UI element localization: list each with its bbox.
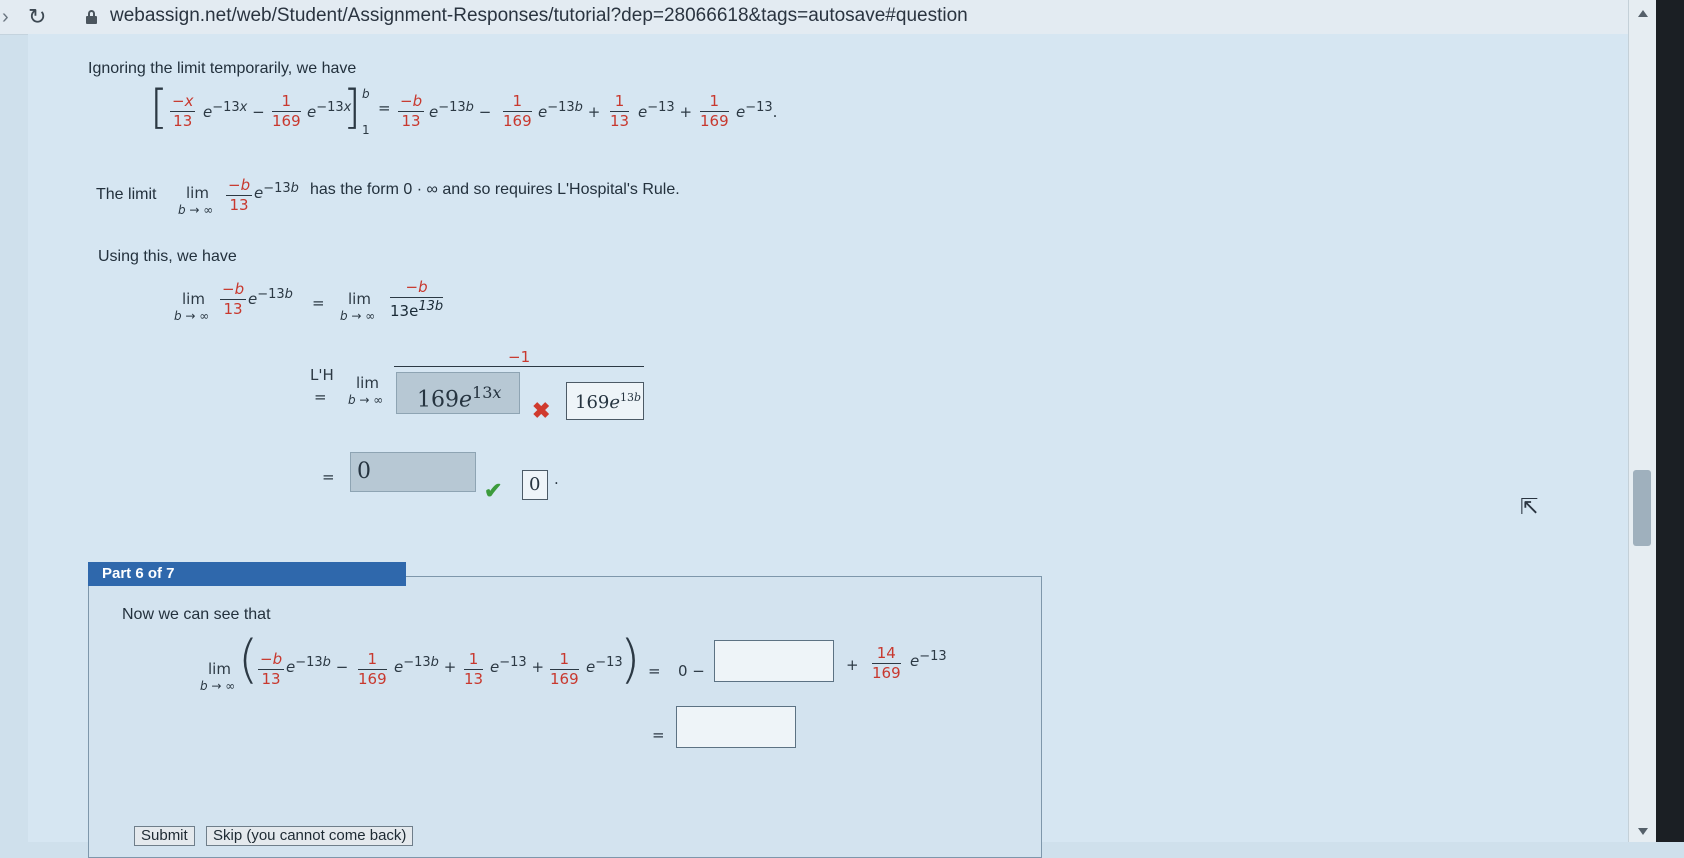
scrollbar[interactable] [1628,0,1657,842]
zero-minus-prefix: 0 − [678,662,705,680]
period: . [554,470,559,488]
exp-term: e−13 [910,649,947,670]
skip-button[interactable]: Skip (you cannot come back) [206,826,414,846]
incorrect-icon: ✖ [532,398,551,423]
numerator-minus-one: −1 [508,348,531,366]
ignore-limit-text: Ignoring the limit temporarily, we have [88,60,357,77]
denominator-answer-input[interactable]: 169e13x [396,372,520,414]
lock-icon [86,10,97,24]
reload-icon[interactable]: ↻ [28,4,46,30]
equals-sign-2: = [322,468,335,486]
scroll-up-icon[interactable] [1638,10,1648,17]
now-we-see-text: Now we can see that [122,606,271,623]
part-6-tab: Part 6 of 7 [88,562,406,586]
forward-icon[interactable]: › [2,6,9,29]
browser-toolbar: › ↻ webassign.net/web/Student/Assignment… [0,0,1684,35]
scroll-thumb[interactable] [1633,470,1651,546]
fraction-bar [394,366,644,367]
address-bar[interactable]: webassign.net/web/Student/Assignment-Res… [110,5,968,27]
correct-answer-box: 169e13b [566,382,644,420]
limit-intro-text: The limit [96,186,157,203]
correct-check-icon: ✔ [484,478,503,503]
lim-subscript: b → ∞ [348,393,384,407]
lhopital-requirement-text: has the form 0 · ∞ and so requires L'Hos… [310,181,680,198]
submit-button[interactable]: Submit [134,826,195,846]
mouse-cursor-icon: ⇱ [1520,494,1539,519]
screen-bezel [1656,0,1684,842]
coefficient-fraction: 14 169 [872,644,901,682]
equals-sign-3: = [652,726,665,744]
limit-answer-input[interactable]: 0 [350,452,476,492]
plus-sign: + [846,656,859,674]
correct-answer-box-2: 0 [522,470,548,500]
equals-sign: = [314,388,327,406]
lhopital-label: L'H [310,366,334,384]
using-this-text: Using this, we have [98,248,237,265]
part-6-answer-input-2[interactable] [676,706,796,748]
part-6-answer-input-1[interactable] [714,640,834,682]
lim-label: lim [356,374,379,392]
scroll-down-icon[interactable] [1638,828,1648,835]
